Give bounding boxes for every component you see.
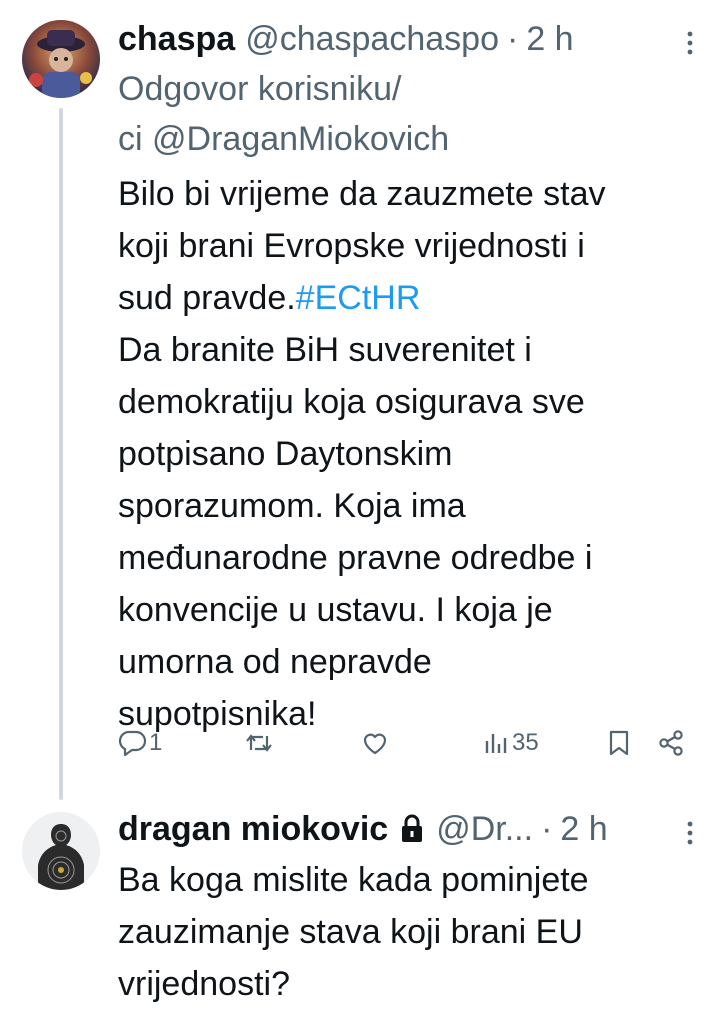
bookmark-icon — [609, 730, 629, 756]
share-icon — [659, 730, 683, 756]
reply-button[interactable]: 1 — [118, 728, 162, 758]
views-button[interactable]: 35 — [482, 728, 539, 758]
tweet-content: chaspa @chaspachaspo · 2 h Odgovor koris… — [118, 14, 698, 740]
like-icon — [363, 733, 387, 755]
like-button[interactable] — [360, 728, 390, 758]
share-button[interactable] — [656, 728, 686, 758]
tweet-content: dragan miokovic @Dr... · 2 h Ba koga mis… — [118, 804, 698, 1010]
avatar-chaspa-image — [22, 20, 100, 98]
view-count: 35 — [512, 729, 539, 756]
tweet-header: chaspa @chaspachaspo · 2 h — [118, 14, 698, 64]
timestamp[interactable]: 2 h — [560, 804, 607, 854]
more-icon[interactable] — [682, 818, 698, 848]
retweet-button[interactable] — [244, 728, 274, 758]
reply-icon — [118, 730, 147, 757]
views-icon — [485, 734, 507, 753]
avatar-dragan-image — [22, 812, 100, 890]
display-name[interactable]: chaspa — [118, 14, 235, 64]
tweet-header: dragan miokovic @Dr... · 2 h — [118, 804, 698, 854]
reply-mention-link[interactable]: @DraganMiokovich — [152, 120, 449, 158]
tweet-text-part2: Da branite BiH suverenitet i demokratiju… — [118, 331, 593, 733]
avatar-chaspa[interactable] — [22, 20, 100, 98]
reply-prefix-2: ci — [118, 120, 143, 158]
hashtag-link[interactable]: #ECtHR — [296, 279, 421, 317]
tweet-chaspa[interactable]: chaspa @chaspachaspo · 2 h Odgovor koris… — [0, 0, 720, 800]
more-icon[interactable] — [682, 28, 698, 58]
tweet-text: Ba koga mislite kada pominjete zauzimanj… — [118, 861, 589, 1003]
avatar-dragan[interactable] — [22, 812, 100, 890]
timestamp[interactable]: 2 h — [526, 14, 573, 64]
display-name[interactable]: dragan miokovic — [118, 804, 388, 854]
tweet-text: Bilo bi vrijeme da zauzmete stav koji br… — [118, 168, 698, 740]
tweet-actions: 1 35 — [0, 728, 720, 768]
lock-icon — [402, 814, 423, 842]
separator-dot: · — [541, 810, 553, 848]
bookmark-button[interactable] — [604, 728, 634, 758]
reply-count: 1 — [149, 729, 163, 756]
user-handle[interactable]: @chaspachaspo — [245, 14, 499, 64]
separator-dot: · — [506, 20, 519, 58]
tweet-dragan[interactable]: dragan miokovic @Dr... · 2 h Ba koga mis… — [0, 800, 720, 1003]
reply-context: Odgovor korisniku/ ci @DraganMiokovich — [118, 64, 698, 164]
user-handle[interactable]: @Dr... — [436, 804, 533, 854]
retweet-icon — [246, 734, 272, 752]
reply-prefix: Odgovor korisniku/ — [118, 70, 402, 108]
thread-line — [59, 108, 63, 800]
